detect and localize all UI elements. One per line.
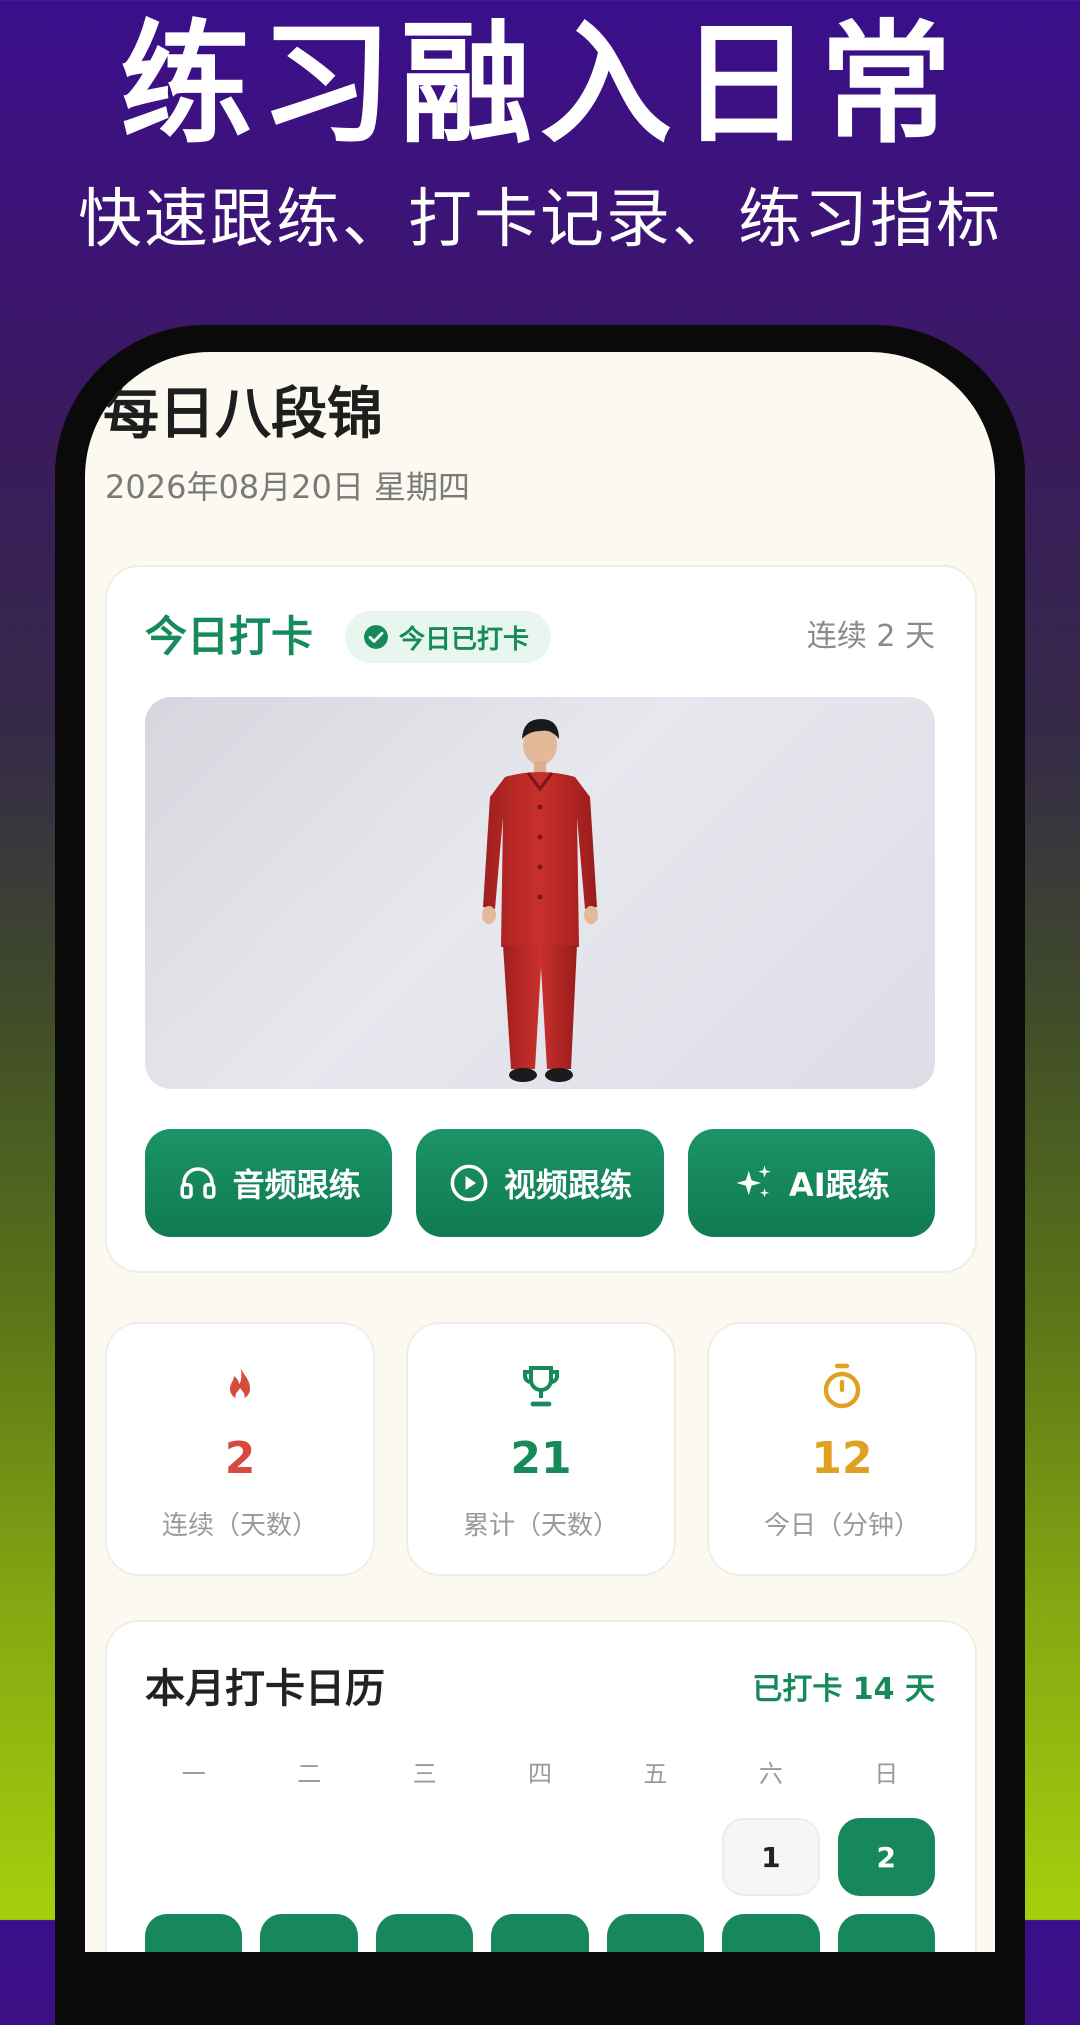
practice-hero-image[interactable]	[145, 697, 935, 1089]
stat-value-total: 21	[510, 1433, 572, 1484]
current-date: 2026年08月20日 星期四	[105, 468, 471, 506]
fire-icon	[230, 1366, 250, 1401]
calendar-day-2-checked[interactable]: 2	[837, 1818, 935, 1896]
calendar-empty-cell	[145, 1818, 242, 1896]
checked-in-badge-label: 今日已打卡	[399, 624, 530, 655]
banner-subtitle: 快速跟练、打卡记录、练习指标	[78, 183, 1002, 257]
checkin-card: 今日打卡 今日已打卡 连续 2 天 音频跟练 视频跟练 AI跟练	[105, 565, 977, 1273]
ai-practice-label: AI跟练	[788, 1166, 890, 1204]
check-circle-icon	[364, 625, 388, 649]
audio-practice-button[interactable]: 音频跟练	[145, 1129, 393, 1237]
streak-days: 连续 2 天	[806, 619, 935, 654]
weekday-label: 六	[758, 1760, 783, 1788]
video-practice-button[interactable]: 视频跟练	[416, 1129, 664, 1237]
calendar-empty-cell	[376, 1818, 473, 1896]
ai-practice-button[interactable]: AI跟练	[687, 1129, 935, 1237]
calendar-day-1[interactable]: 1	[722, 1818, 820, 1896]
weekday-label: 三	[412, 1760, 437, 1788]
weekday-label: 日	[874, 1760, 899, 1788]
headphones-icon	[180, 1167, 216, 1199]
checkin-calendar-card: 本月打卡日历 已打卡 14 天 一 二 三 四 五 六 日 1 2	[105, 1620, 977, 1952]
calendar-days-grid: 1 2	[145, 1818, 935, 1952]
weekday-label: 五	[643, 1760, 668, 1788]
timer-icon	[823, 1363, 861, 1409]
stat-card-total: 21 累计（天数）	[406, 1322, 676, 1576]
calendar-empty-cell	[260, 1818, 357, 1896]
page-title: 每日八段锦	[103, 382, 383, 447]
weekday-label: 一	[181, 1760, 206, 1788]
stat-value-streak: 2	[224, 1433, 256, 1484]
stat-label-streak: 连续（天数）	[161, 1511, 318, 1541]
calendar-empty-cell	[607, 1818, 704, 1896]
stat-label-total: 累计（天数）	[462, 1511, 619, 1541]
calendar-empty-cell	[491, 1818, 588, 1896]
stat-value-today: 12	[811, 1433, 873, 1484]
calendar-checked-count: 已打卡 14 天	[752, 1672, 935, 1707]
weekday-header: 一 二 三 四 五 六 日	[145, 1758, 935, 1790]
weekday-label: 四	[527, 1760, 552, 1788]
video-practice-label: 视频跟练	[503, 1166, 632, 1204]
audio-practice-label: 音频跟练	[232, 1166, 361, 1204]
sparkles-icon	[736, 1165, 771, 1198]
stat-label-today: 今日（分钟）	[763, 1511, 920, 1541]
checkin-title: 今日打卡	[145, 612, 314, 661]
play-circle-icon	[450, 1164, 488, 1202]
calendar-title: 本月打卡日历	[145, 1666, 385, 1712]
app-screen: 每日八段锦 2026年08月20日 星期四 今日打卡 今日已打卡 连续 2 天	[85, 352, 995, 1952]
checked-in-badge: 今日已打卡	[345, 611, 552, 663]
trophy-icon	[523, 1366, 559, 1407]
stat-card-today: 12 今日（分钟）	[707, 1322, 977, 1576]
banner-title: 练习融入日常	[120, 8, 960, 162]
stat-card-streak: 2 连续（天数）	[105, 1322, 375, 1576]
weekday-label: 二	[297, 1760, 322, 1788]
person-in-red-tang-suit-image	[482, 719, 598, 1082]
practice-actions: 音频跟练 视频跟练 AI跟练	[145, 1129, 935, 1237]
